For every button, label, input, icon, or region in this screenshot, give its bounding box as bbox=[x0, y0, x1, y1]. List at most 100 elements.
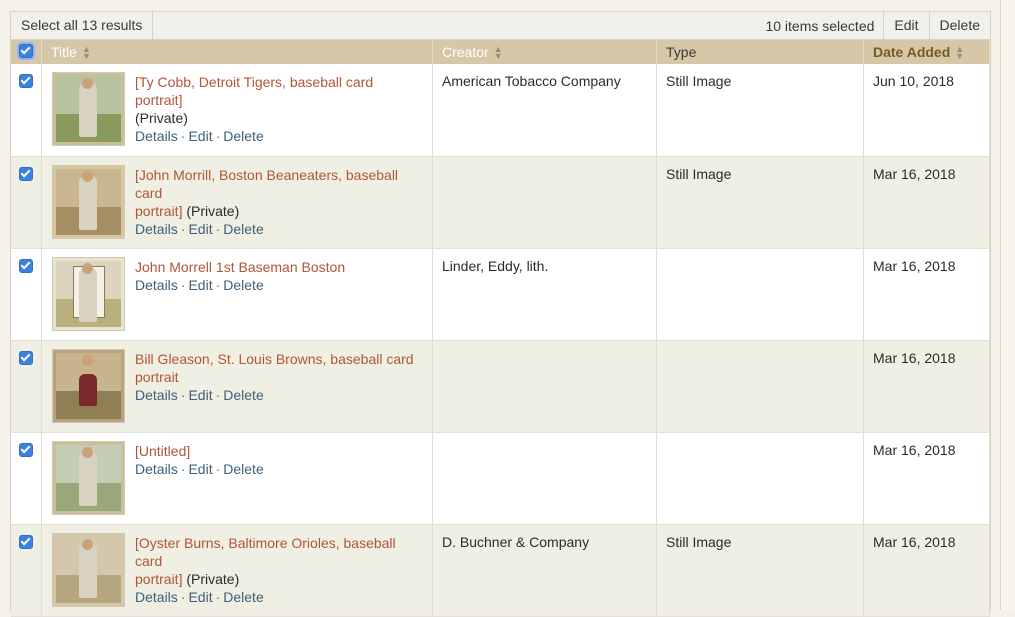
edit-link[interactable]: Edit bbox=[188, 387, 212, 403]
creator-cell: Linder, Eddy, lith. bbox=[432, 248, 657, 341]
type-cell: Still Image bbox=[656, 524, 864, 617]
separator: · bbox=[180, 386, 186, 403]
column-title-label: Title bbox=[51, 43, 77, 60]
items-table: Title ▲ ▼ Creator ▲ ▼ Type Date Added ▲ ▼ [Ty … bbox=[11, 40, 990, 617]
item-title-link-cont[interactable]: portrait bbox=[135, 369, 179, 385]
private-label: (Private) bbox=[186, 570, 240, 587]
item-actions: Details · Edit · Delete bbox=[135, 386, 423, 404]
table-row: Bill Gleason, St. Louis Browns, baseball… bbox=[11, 340, 990, 433]
details-link[interactable]: Details bbox=[135, 589, 178, 605]
edit-link[interactable]: Edit bbox=[188, 461, 212, 477]
header-checkbox-cell bbox=[11, 40, 42, 64]
separator: · bbox=[180, 128, 186, 144]
sort-icon: ▲ ▼ bbox=[493, 44, 503, 62]
separator: · bbox=[180, 460, 186, 477]
item-actions: Details · Edit · Delete bbox=[135, 276, 423, 294]
row-checkbox-cell bbox=[11, 432, 42, 525]
creator-cell bbox=[432, 432, 657, 525]
row-checkbox-cell bbox=[11, 248, 42, 341]
creator-cell bbox=[432, 340, 657, 433]
details-link[interactable]: Details bbox=[135, 387, 178, 403]
column-date-label: Date Added bbox=[873, 43, 951, 60]
row-checkbox[interactable] bbox=[19, 166, 33, 181]
row-checkbox[interactable] bbox=[19, 350, 33, 365]
details-link[interactable]: Details bbox=[135, 277, 178, 293]
delete-link[interactable]: Delete bbox=[223, 589, 263, 605]
date-added-cell: Jun 10, 2018 bbox=[863, 64, 990, 157]
edit-link[interactable]: Edit bbox=[188, 277, 212, 293]
title-cell: [Ty Cobb, Detroit Tigers, baseball card … bbox=[41, 64, 433, 157]
separator: · bbox=[215, 220, 221, 237]
separator: · bbox=[215, 128, 221, 144]
column-header-creator[interactable]: Creator ▲ ▼ bbox=[432, 40, 657, 64]
item-thumbnail[interactable] bbox=[52, 256, 125, 331]
type-cell bbox=[656, 432, 864, 525]
table-row: [Ty Cobb, Detroit Tigers, baseball card … bbox=[11, 64, 990, 157]
creator-cell bbox=[432, 156, 657, 249]
item-title-link[interactable]: Bill Gleason, St. Louis Browns, baseball… bbox=[135, 351, 414, 367]
item-title-link[interactable]: John Morrell 1st Baseman Boston bbox=[135, 259, 345, 275]
edit-link[interactable]: Edit bbox=[188, 589, 212, 605]
item-thumbnail[interactable] bbox=[52, 532, 125, 607]
type-cell bbox=[656, 248, 864, 341]
row-checkbox[interactable] bbox=[19, 534, 33, 549]
date-added-cell: Mar 16, 2018 bbox=[863, 524, 990, 617]
select-all-button[interactable]: Select all 13 results bbox=[11, 12, 154, 39]
table-row: [Oyster Burns, Baltimore Orioles, baseba… bbox=[11, 524, 990, 617]
item-actions: Details · Edit · Delete bbox=[135, 127, 423, 145]
details-link[interactable]: Details bbox=[135, 461, 178, 477]
private-label: (Private) bbox=[186, 202, 240, 219]
item-thumbnail[interactable] bbox=[52, 440, 125, 515]
delete-link[interactable]: Delete bbox=[223, 387, 263, 403]
select-all-checkbox[interactable] bbox=[19, 43, 33, 58]
item-actions: Details · Edit · Delete bbox=[135, 220, 423, 238]
row-checkbox-cell bbox=[11, 64, 42, 157]
delete-link[interactable]: Delete bbox=[223, 221, 263, 237]
batch-toolbar: Select all 13 results 10 items selected … bbox=[11, 12, 990, 40]
delete-link[interactable]: Delete bbox=[223, 277, 263, 293]
row-checkbox[interactable] bbox=[19, 258, 33, 273]
item-actions: Details · Edit · Delete bbox=[135, 460, 423, 478]
item-title-link-cont[interactable]: portrait] bbox=[135, 571, 182, 587]
item-title-link[interactable]: [Untitled] bbox=[135, 443, 190, 459]
batch-edit-button[interactable]: Edit bbox=[883, 12, 928, 39]
column-type-label: Type bbox=[666, 44, 697, 60]
item-thumbnail[interactable] bbox=[52, 72, 125, 146]
private-label: (Private) bbox=[135, 110, 188, 126]
row-checkbox-cell bbox=[11, 156, 42, 249]
title-cell: Bill Gleason, St. Louis Browns, baseball… bbox=[41, 340, 433, 433]
table-row: [John Morrill, Boston Beaneaters, baseba… bbox=[11, 156, 990, 249]
column-header-date-added[interactable]: Date Added ▲ ▼ bbox=[863, 40, 990, 64]
delete-link[interactable]: Delete bbox=[223, 461, 263, 477]
delete-link[interactable]: Delete bbox=[223, 128, 263, 144]
column-header-title[interactable]: Title ▲ ▼ bbox=[41, 40, 433, 64]
row-checkbox[interactable] bbox=[19, 442, 33, 457]
item-title-link[interactable]: [Oyster Burns, Baltimore Orioles, baseba… bbox=[135, 535, 396, 569]
title-cell: John Morrell 1st Baseman Boston Details · E… bbox=[41, 248, 433, 341]
details-link[interactable]: Details bbox=[135, 221, 178, 237]
selected-count: 10 items selected bbox=[765, 17, 875, 34]
type-cell: Still Image bbox=[656, 64, 864, 157]
details-link[interactable]: Details bbox=[135, 128, 178, 144]
row-checkbox[interactable] bbox=[19, 74, 33, 88]
row-checkbox-cell bbox=[11, 340, 42, 433]
edit-link[interactable]: Edit bbox=[188, 221, 212, 237]
column-creator-label: Creator bbox=[442, 43, 489, 60]
table-header-row: Title ▲ ▼ Creator ▲ ▼ Type Date Added ▲ ▼ bbox=[11, 40, 990, 64]
item-thumbnail[interactable] bbox=[52, 348, 125, 423]
separator: · bbox=[215, 460, 221, 477]
separator: · bbox=[180, 588, 186, 605]
item-thumbnail[interactable] bbox=[52, 164, 125, 239]
sort-icon: ▲ ▼ bbox=[955, 44, 965, 62]
date-added-cell: Mar 16, 2018 bbox=[863, 248, 990, 341]
results-panel: Select all 13 results 10 items selected … bbox=[10, 11, 991, 617]
table-row: [Untitled] Details · Edit · Delete Mar 16, 201… bbox=[11, 432, 990, 525]
item-title-link[interactable]: [John Morrill, Boston Beaneaters, baseba… bbox=[135, 167, 398, 201]
item-title-link[interactable]: [Ty Cobb, Detroit Tigers, baseball card … bbox=[135, 74, 373, 108]
table-row: John Morrell 1st Baseman Boston Details · E… bbox=[11, 248, 990, 341]
batch-delete-button[interactable]: Delete bbox=[928, 12, 990, 39]
sort-icon: ▲ ▼ bbox=[81, 44, 91, 62]
item-title-link-cont[interactable]: portrait] bbox=[135, 203, 182, 219]
edit-link[interactable]: Edit bbox=[188, 128, 212, 144]
date-added-cell: Mar 16, 2018 bbox=[863, 432, 990, 525]
